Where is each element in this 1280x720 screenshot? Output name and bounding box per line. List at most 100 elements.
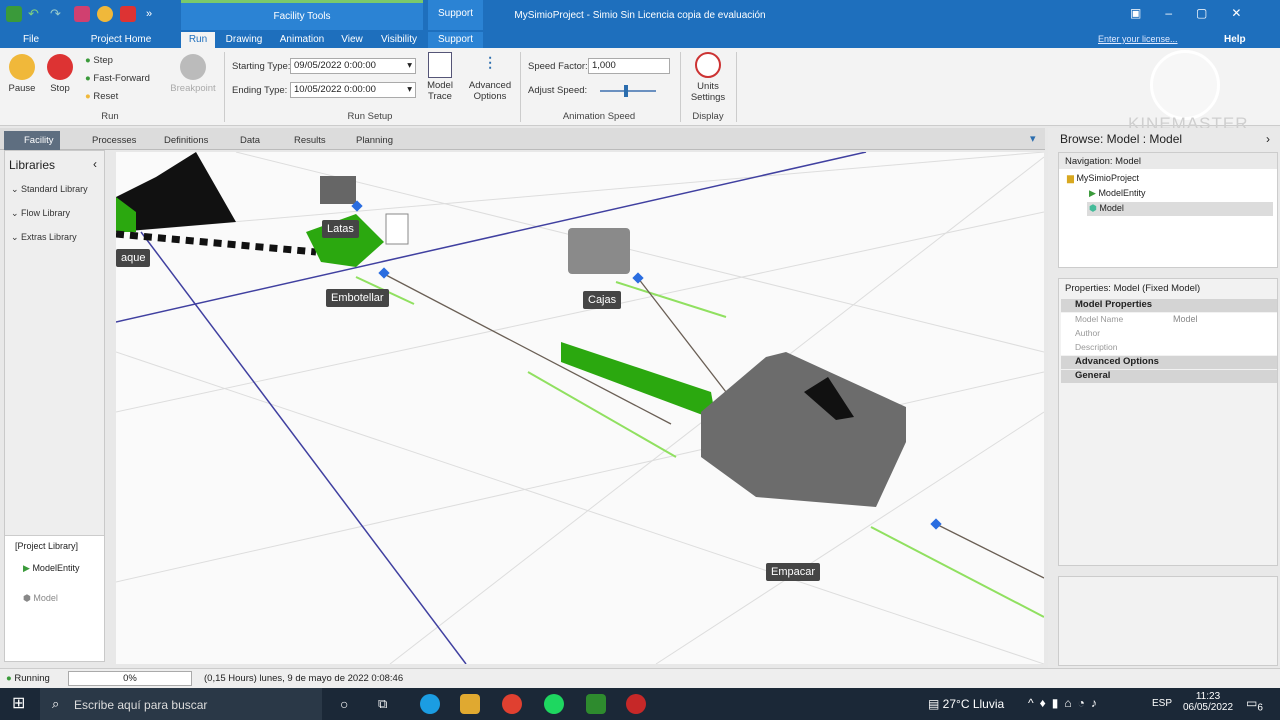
prop-value-model-name[interactable]: Model xyxy=(1173,314,1198,324)
license-link[interactable]: Enter your license... xyxy=(1098,34,1178,44)
properties-header: Properties: Model (Fixed Model) xyxy=(1065,283,1201,294)
tab-project-home[interactable]: Project Home xyxy=(86,32,156,48)
node-marker xyxy=(378,267,390,279)
prop-name-description: Description xyxy=(1075,342,1118,352)
description-panel xyxy=(1058,576,1278,666)
pause-button[interactable]: Pause xyxy=(6,54,38,94)
tab-visibility[interactable]: Visibility xyxy=(376,32,422,48)
windows-start-icon[interactable]: ⊞ xyxy=(12,696,25,712)
tab-processes[interactable]: Processes xyxy=(72,131,142,150)
tab-drawing[interactable]: Drawing xyxy=(222,32,266,48)
reset-button[interactable]: ● Reset xyxy=(85,91,118,102)
units-settings-label: Units Settings xyxy=(690,81,726,103)
libraries-title: Libraries xyxy=(9,158,56,172)
stop-button[interactable]: Stop xyxy=(44,54,76,94)
tree-item-model-entity[interactable]: ▶ ModelEntity xyxy=(1089,188,1145,199)
simulation-time: (0,15 Hours) lunes, 9 de mayo de 2022 0:… xyxy=(204,673,404,684)
navigation-header: Navigation: Model xyxy=(1059,153,1277,169)
step-label: Step xyxy=(93,55,113,66)
help-link[interactable]: Help xyxy=(1224,34,1246,45)
model-item[interactable]: ⬢ Model xyxy=(23,593,58,604)
tab-planning[interactable]: Planning xyxy=(336,131,399,150)
cajas-source xyxy=(568,228,630,274)
save-icon[interactable] xyxy=(74,6,90,22)
ending-type-label: Ending Type: xyxy=(232,85,288,96)
stop-quick-icon[interactable] xyxy=(120,6,136,22)
breakpoint-button[interactable]: Breakpoint xyxy=(168,54,218,94)
cajas-label: Cajas xyxy=(583,291,622,309)
prop-name-author: Author xyxy=(1075,328,1101,338)
tab-run[interactable]: Run xyxy=(181,32,215,48)
tray-icons[interactable]: ^♦▮⌂◔♪ xyxy=(1028,696,1103,710)
standard-library-label: Standard Library xyxy=(21,184,88,194)
step-button[interactable]: ● Step xyxy=(85,55,113,66)
axis-line xyxy=(116,152,867,323)
cortana-icon[interactable]: ○ xyxy=(340,696,348,712)
tab-file[interactable]: File xyxy=(14,32,48,48)
flow-library-label: Flow Library xyxy=(21,208,71,218)
model-properties-section[interactable]: Model Properties xyxy=(1061,299,1277,312)
spotify-icon[interactable] xyxy=(544,694,564,714)
advanced-options-button[interactable]: ⫶ Advanced Options xyxy=(466,52,514,102)
redo-icon[interactable]: ↷ xyxy=(50,6,66,22)
standard-library[interactable]: ⌄ Standard Library xyxy=(11,184,88,195)
chrome-icon[interactable] xyxy=(502,694,522,714)
media-player-icon[interactable] xyxy=(626,694,646,714)
more-icon[interactable]: » xyxy=(146,6,162,22)
task-view-icon[interactable]: ⧉ xyxy=(378,696,387,712)
model-trace-button[interactable]: Model Trace xyxy=(424,52,456,102)
triangle-icon: ▶ xyxy=(1089,188,1096,198)
file-explorer-icon[interactable] xyxy=(460,694,480,714)
empacar-label: Empacar xyxy=(766,563,821,581)
ending-type-field[interactable]: 10/05/2022 0:00:00 ▾ xyxy=(290,82,416,98)
properties-panel: Properties: Model (Fixed Model) Model Pr… xyxy=(1058,278,1278,566)
window-controls[interactable]: ▣–▢✕ xyxy=(1130,6,1280,20)
stop-label: Stop xyxy=(50,83,70,94)
tree-project-label: MySimioProject xyxy=(1076,173,1139,183)
starting-type-field[interactable]: 09/05/2022 0:00:00 ▾ xyxy=(290,58,416,74)
notifications-icon[interactable]: ▭6 xyxy=(1246,696,1263,713)
language-indicator[interactable]: ESP xyxy=(1152,698,1172,709)
tree-item-model[interactable]: ⬢ Model xyxy=(1087,202,1273,216)
adjust-speed-slider[interactable] xyxy=(600,90,656,92)
facility-3d-view[interactable] xyxy=(116,152,1044,664)
right-panel: Browse: Model : Model › Navigation: Mode… xyxy=(1048,128,1280,668)
clock[interactable]: 11:23 06/05/2022 xyxy=(1180,691,1236,713)
support-group-label: Support xyxy=(437,8,474,19)
trace-icon xyxy=(428,52,452,78)
animation-speed-group-label: Animation Speed xyxy=(562,111,636,122)
slider-thumb[interactable] xyxy=(624,85,628,97)
tab-support[interactable]: Support xyxy=(428,32,483,48)
speed-factor-field[interactable]: 1,000 xyxy=(588,58,670,74)
model-label: Model xyxy=(33,593,58,603)
tab-view[interactable]: View xyxy=(336,32,368,48)
notification-count: 6 xyxy=(1257,702,1263,714)
pause-label: Pause xyxy=(8,83,36,94)
advanced-options-section[interactable]: Advanced Options xyxy=(1061,356,1277,369)
clock-icon xyxy=(695,52,721,78)
general-section[interactable]: General xyxy=(1061,370,1277,383)
collapse-icon[interactable]: ‹ xyxy=(93,157,97,171)
simio-icon[interactable] xyxy=(586,694,606,714)
edge-icon[interactable] xyxy=(420,694,440,714)
tab-facility[interactable]: Facility xyxy=(4,131,60,150)
fast-forward-button[interactable]: ● Fast-Forward xyxy=(85,73,150,84)
breakpoint-label: Breakpoint xyxy=(170,83,216,94)
tree-item-project[interactable]: ▆ MySimioProject xyxy=(1067,173,1139,184)
undo-icon[interactable]: ↶ xyxy=(28,6,44,22)
model-entity-item[interactable]: ▶ ModelEntity xyxy=(23,563,79,574)
extras-library[interactable]: ⌄ Extras Library xyxy=(11,232,77,243)
flow-library[interactable]: ⌄ Flow Library xyxy=(11,208,70,219)
units-settings-button[interactable]: Units Settings xyxy=(686,52,730,103)
pause-quick-icon[interactable] xyxy=(97,6,113,22)
chevron-down-icon: ▾ xyxy=(407,84,412,95)
tab-animation[interactable]: Animation xyxy=(276,32,328,48)
tab-data[interactable]: Data xyxy=(220,131,266,150)
search-box[interactable]: ⌕ Escribe aquí para buscar xyxy=(40,688,322,720)
tab-definitions[interactable]: Definitions xyxy=(144,131,214,150)
chevron-right-icon[interactable]: › xyxy=(1266,132,1270,146)
chevron-down-icon[interactable]: ▾ xyxy=(1030,132,1036,145)
facility-canvas[interactable]: Latas Embotellar Cajas Empacar aque xyxy=(116,152,1044,664)
weather[interactable]: ▤ 27°C Lluvia xyxy=(928,697,1004,711)
tab-results[interactable]: Results xyxy=(274,131,332,150)
